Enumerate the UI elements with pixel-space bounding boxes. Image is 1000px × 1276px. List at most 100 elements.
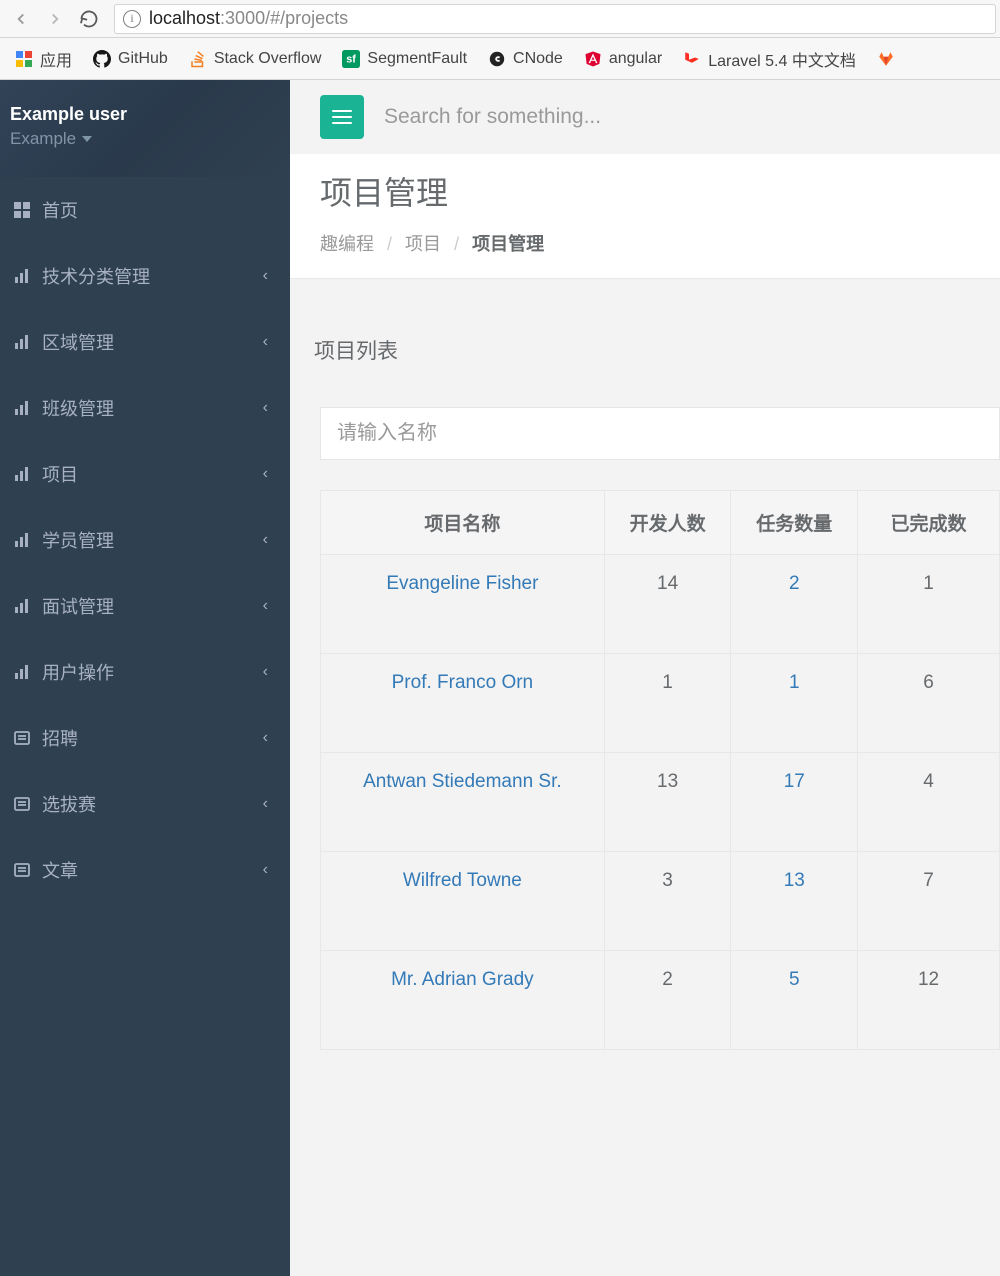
nav-label: 招聘 — [42, 725, 78, 751]
menu-toggle-button[interactable] — [320, 95, 364, 139]
bookmark-stackoverflow[interactable]: Stack Overflow — [178, 38, 332, 79]
app-root: Example user Example 首页技术分类管理‹区域管理‹班级管理‹… — [0, 80, 1000, 1276]
table-row: Antwan Stiedemann Sr.13174 — [321, 753, 1000, 852]
nav-item-7[interactable]: 用户操作 ‹ — [0, 639, 290, 705]
laravel-icon — [682, 49, 702, 69]
nav-item-3[interactable]: 班级管理 ‹ — [0, 375, 290, 441]
nav-label: 面试管理 — [42, 593, 114, 619]
nav-item-6[interactable]: 面试管理‹ — [0, 573, 290, 639]
chart-icon — [12, 400, 32, 416]
reload-button[interactable] — [72, 2, 106, 36]
project-name-link[interactable]: Evangeline Fisher — [321, 555, 605, 654]
user-name: Example user — [10, 104, 272, 125]
done-count: 1 — [858, 555, 1000, 654]
apps-icon — [14, 49, 34, 69]
doc-icon — [12, 862, 32, 878]
sidebar: Example user Example 首页技术分类管理‹区域管理‹班级管理‹… — [0, 80, 290, 1276]
crumb-root[interactable]: 趣编程 — [320, 234, 374, 254]
nav-label: 技术分类管理 — [42, 263, 150, 289]
main-area: 项目管理 趣编程 / 项目 / 项目管理 项目列表 项目名称开发人数任务数量已完… — [290, 80, 1000, 1276]
content: 项目列表 项目名称开发人数任务数量已完成数 Evangeline Fisher1… — [290, 279, 1000, 1050]
nav-label: 班级管理 — [42, 395, 114, 421]
bookmark-angular[interactable]: angular — [573, 38, 672, 79]
nav-label: 用户操作 — [42, 659, 114, 685]
nav-item-10[interactable]: 文章‹ — [0, 837, 290, 903]
table-row: Prof. Franco Orn116 — [321, 654, 1000, 753]
panel-body: 项目名称开发人数任务数量已完成数 Evangeline Fisher1421Pr… — [320, 385, 1000, 1050]
done-count: 12 — [858, 951, 1000, 1050]
hamburger-icon — [332, 110, 352, 124]
dev-count: 14 — [604, 555, 731, 654]
task-count-link[interactable]: 2 — [731, 555, 858, 654]
crumb-section[interactable]: 项目 — [405, 234, 441, 254]
page-title: 项目管理 — [320, 168, 970, 214]
task-count-link[interactable]: 5 — [731, 951, 858, 1050]
chart-icon — [12, 268, 32, 284]
nav-item-4[interactable]: 项目 ‹ — [0, 441, 290, 507]
grid-icon — [12, 202, 32, 218]
project-name-link[interactable]: Prof. Franco Orn — [321, 654, 605, 753]
global-search-input[interactable] — [384, 105, 784, 129]
chart-icon — [12, 598, 32, 614]
projects-table: 项目名称开发人数任务数量已完成数 Evangeline Fisher1421Pr… — [320, 490, 1000, 1050]
task-count-link[interactable]: 13 — [731, 852, 858, 951]
bookmark-apps[interactable]: 应用 — [4, 38, 82, 79]
forward-button[interactable] — [38, 2, 72, 36]
url-bar[interactable]: i localhost:3000/#/projects — [114, 4, 996, 34]
nav-label: 首页 — [42, 197, 78, 223]
segmentfault-icon: sf — [341, 49, 361, 69]
caret-down-icon — [82, 136, 92, 142]
chevron-left-icon: ‹ — [263, 729, 268, 747]
dev-count: 1 — [604, 654, 731, 753]
nav-list: 首页技术分类管理‹区域管理‹班级管理‹项目‹学员管理‹面试管理‹用户操作‹招聘‹… — [0, 177, 290, 903]
project-name-link[interactable]: Wilfred Towne — [321, 852, 605, 951]
panel-title: 项目列表 — [314, 315, 1000, 385]
chevron-left-icon: ‹ — [263, 333, 268, 351]
nav-item-5[interactable]: 学员管理 ‹ — [0, 507, 290, 573]
nav-item-0[interactable]: 首页 — [0, 177, 290, 243]
topbar — [290, 80, 1000, 154]
name-filter-input[interactable] — [320, 407, 1000, 460]
stackoverflow-icon — [188, 49, 208, 69]
chevron-left-icon: ‹ — [263, 531, 268, 549]
chevron-left-icon: ‹ — [263, 399, 268, 417]
dev-count: 3 — [604, 852, 731, 951]
site-info-icon[interactable]: i — [123, 10, 141, 28]
nav-label: 学员管理 — [42, 527, 114, 553]
chevron-left-icon: ‹ — [263, 795, 268, 813]
gitlab-icon — [876, 49, 896, 69]
bookmark-segmentfault[interactable]: sf SegmentFault — [331, 38, 477, 79]
nav-label: 文章 — [42, 857, 78, 883]
nav-item-8[interactable]: 招聘 ‹ — [0, 705, 290, 771]
bookmark-cnode[interactable]: CNode — [477, 38, 573, 79]
chart-icon — [12, 334, 32, 350]
nav-label: 项目 — [42, 461, 78, 487]
bookmark-github[interactable]: GitHub — [82, 38, 178, 79]
bookmark-laravel[interactable]: Laravel 5.4 中文文档 — [672, 38, 866, 79]
task-count-link[interactable]: 17 — [731, 753, 858, 852]
col-header-2: 任务数量 — [731, 491, 858, 555]
dev-count: 2 — [604, 951, 731, 1050]
nav-item-1[interactable]: 技术分类管理‹ — [0, 243, 290, 309]
chevron-left-icon: ‹ — [263, 663, 268, 681]
chevron-left-icon: ‹ — [263, 465, 268, 483]
col-header-3: 已完成数 — [858, 491, 1000, 555]
doc-icon — [12, 796, 32, 812]
nav-item-9[interactable]: 选拔赛 ‹ — [0, 771, 290, 837]
sidebar-user-block: Example user Example — [0, 80, 290, 177]
nav-label: 选拔赛 — [42, 791, 96, 817]
user-role-dropdown[interactable]: Example — [10, 129, 272, 149]
col-header-1: 开发人数 — [604, 491, 731, 555]
back-button[interactable] — [4, 2, 38, 36]
chart-icon — [12, 532, 32, 548]
dev-count: 13 — [604, 753, 731, 852]
task-count-link[interactable]: 1 — [731, 654, 858, 753]
project-name-link[interactable]: Antwan Stiedemann Sr. — [321, 753, 605, 852]
table-row: Mr. Adrian Grady2512 — [321, 951, 1000, 1050]
project-name-link[interactable]: Mr. Adrian Grady — [321, 951, 605, 1050]
nav-item-2[interactable]: 区域管理‹ — [0, 309, 290, 375]
bookmark-gitlab[interactable] — [866, 38, 906, 79]
done-count: 4 — [858, 753, 1000, 852]
col-header-0: 项目名称 — [321, 491, 605, 555]
angular-icon — [583, 49, 603, 69]
